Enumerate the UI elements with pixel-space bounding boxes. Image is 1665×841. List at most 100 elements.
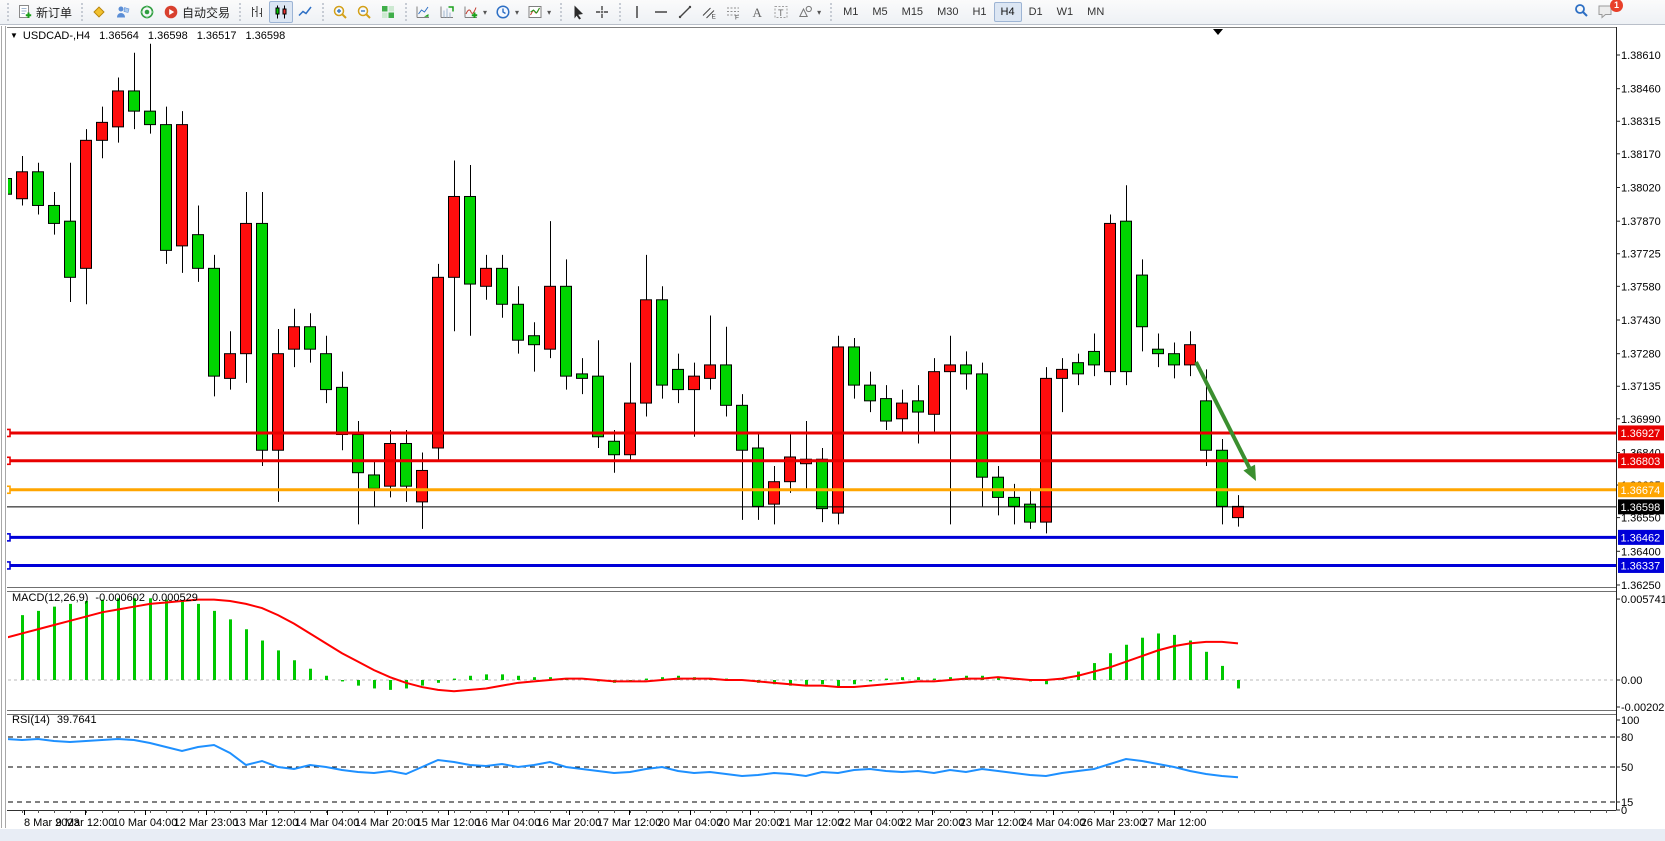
timeframe-h1-button[interactable]: H1	[965, 2, 993, 22]
symbol-period-label: USDCAD-,H4	[23, 30, 90, 42]
candle-body-up	[337, 387, 348, 434]
rsi-value: 39.7641	[57, 714, 97, 726]
chart-canvas[interactable]: 1.386101.384601.383151.381701.380201.378…	[0, 26, 1665, 841]
shapes-button[interactable]: ▾	[793, 1, 825, 23]
candle-body-up	[913, 401, 924, 412]
timeframe-m1-button[interactable]: M1	[836, 2, 865, 22]
autotrading-button[interactable]: 自动交易	[159, 1, 234, 24]
mt4-application: 新订单 自动交易 ▾ ▾ ▾ EFAT ▾ M1M5M15M30H1H4D1W1MN 1 1.3…	[0, 0, 1665, 841]
candle-body-down	[81, 140, 92, 268]
price-line-label: 1.36674	[1621, 485, 1661, 497]
tile-windows-button[interactable]	[376, 1, 400, 23]
candle-body-up	[161, 125, 172, 251]
bar-chart-button[interactable]	[245, 1, 269, 23]
candle-body-up	[1201, 401, 1212, 450]
autotrading-button-label: 自动交易	[182, 4, 230, 21]
toolbar-separator	[320, 3, 325, 21]
candle-body-down	[481, 268, 492, 286]
auto-scroll-button[interactable]	[411, 1, 435, 23]
candle-body-down	[1105, 223, 1116, 371]
candle-body-down	[545, 286, 556, 349]
candle-body-down	[289, 327, 300, 349]
zoom-in-button[interactable]	[328, 1, 352, 23]
timeframe-m15-button[interactable]: M15	[895, 2, 930, 22]
candle-body-up	[49, 205, 60, 223]
timeframe-mn-button[interactable]: MN	[1080, 2, 1111, 22]
candle-body-down	[929, 372, 940, 415]
candle-body-down	[417, 470, 428, 501]
timeframe-m5-button[interactable]: M5	[865, 2, 894, 22]
candle-body-up	[1009, 497, 1020, 506]
line-chart-button[interactable]	[293, 1, 317, 23]
chart-window[interactable]: 1.386101.384601.383151.381701.380201.378…	[0, 26, 1665, 841]
candle-body-up	[33, 172, 44, 206]
timeframe-d1-button[interactable]: D1	[1022, 2, 1050, 22]
trendline-button[interactable]	[673, 1, 697, 23]
time-axis-label: 24 Mar 04:00	[1021, 817, 1086, 829]
candle-body-up	[881, 399, 892, 421]
toolbar: 新订单 自动交易 ▾ ▾ ▾ EFAT ▾ M1M5M15M30H1H4D1W1MN 1	[0, 0, 1665, 25]
price-tick-label: 1.37135	[1621, 381, 1661, 393]
time-axis-label: 27 Mar 12:00	[1142, 817, 1207, 829]
price-tick-label: 1.36250	[1621, 580, 1661, 592]
vertical-line-button[interactable]	[625, 1, 649, 23]
equidistant-channel-button[interactable]: E	[697, 1, 721, 23]
navigator-button[interactable]	[135, 1, 159, 23]
candle-body-down	[385, 444, 396, 487]
zoom-out-button[interactable]	[352, 1, 376, 23]
macd-axis-label: 0.00	[1621, 675, 1642, 687]
indicators-button[interactable]: ▾	[459, 1, 491, 23]
horizontal-line-button[interactable]	[649, 1, 673, 23]
chevron-down-icon: ▾	[817, 8, 821, 17]
new-order-button[interactable]: 新订单	[13, 1, 76, 24]
bar-chart-icon	[249, 4, 265, 20]
price-line-label: 1.36927	[1621, 428, 1661, 440]
candle-body-up	[305, 327, 316, 349]
candle-body-up	[673, 369, 684, 389]
time-axis-label: 13 Mar 12:00	[234, 817, 299, 829]
price-tick-label: 1.37870	[1621, 216, 1661, 228]
chart-title: ▼USDCAD-,H41.365641.365981.365171.36598	[10, 30, 294, 42]
toolbar-separator	[5, 3, 10, 21]
candlestick-chart-button[interactable]	[269, 1, 293, 23]
search-icon[interactable]	[1573, 2, 1589, 23]
text-label-button[interactable]: T	[769, 1, 793, 23]
collapse-triangle-icon[interactable]: ▼	[10, 31, 18, 40]
template-icon	[527, 4, 543, 20]
chevron-down-icon: ▾	[547, 8, 551, 17]
candle-body-up	[129, 91, 140, 111]
candle-body-up	[513, 304, 524, 340]
candle-body-up	[657, 300, 668, 385]
navigator-icon	[139, 4, 155, 20]
candle-body-up	[849, 347, 860, 385]
timeframe-m30-button[interactable]: M30	[930, 2, 965, 22]
timeframe-h4-button[interactable]: H4	[994, 2, 1022, 22]
chevron-down-icon: ▾	[515, 8, 519, 17]
data-window-button[interactable]	[111, 1, 135, 23]
zoom-out-icon	[356, 4, 372, 20]
text-button[interactable]: A	[745, 1, 769, 23]
candle-body-up	[497, 268, 508, 304]
macd-axis-label: 0.005741	[1621, 594, 1665, 606]
candle-body-up	[209, 268, 220, 376]
notifications-button[interactable]: 1	[1597, 3, 1617, 21]
fibonacci-button[interactable]: F	[721, 1, 745, 23]
time-axis-label: 23 Mar 12:00	[960, 817, 1025, 829]
templates-button[interactable]: ▾	[523, 1, 555, 23]
candle-body-up	[577, 374, 588, 378]
candle-body-up	[257, 223, 268, 450]
crosshair-button[interactable]	[590, 1, 614, 23]
indicators-icon	[463, 4, 479, 20]
auto-scroll-icon	[415, 4, 431, 20]
candle-body-up	[1073, 363, 1084, 374]
new-order-button-label: 新订单	[36, 4, 72, 21]
macd-pane[interactable]	[0, 591, 1616, 710]
chart-shift-button[interactable]	[435, 1, 459, 23]
periods-button[interactable]: ▾	[491, 1, 523, 23]
market-watch-button[interactable]	[87, 1, 111, 23]
price-tick-label: 1.38460	[1621, 84, 1661, 96]
timeframe-w1-button[interactable]: W1	[1050, 2, 1081, 22]
cursor-button[interactable]	[566, 1, 590, 23]
candle-body-down	[641, 300, 652, 403]
toolbar-separator	[79, 3, 84, 21]
